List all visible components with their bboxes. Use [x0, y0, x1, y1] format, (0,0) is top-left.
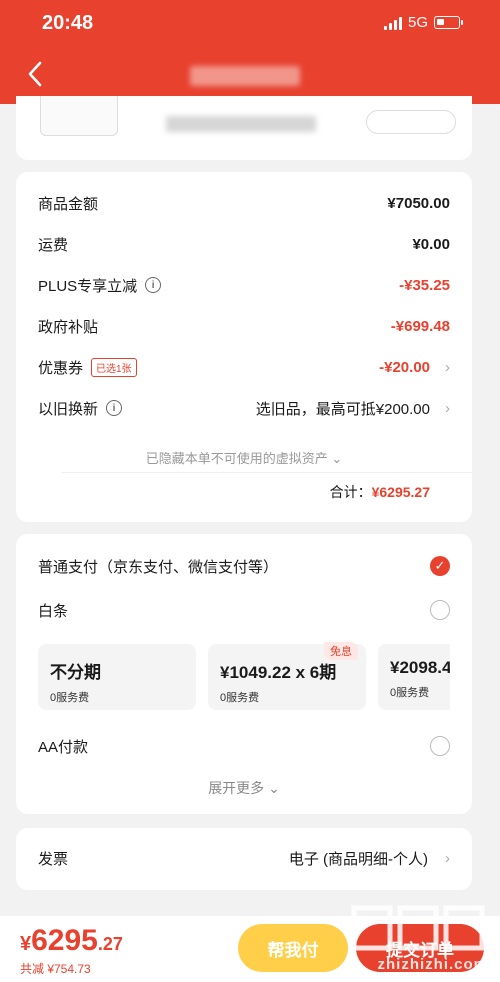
- product-card[interactable]: [16, 96, 472, 160]
- radio-icon[interactable]: [430, 600, 450, 620]
- help-pay-button[interactable]: 帮我付: [238, 924, 348, 972]
- radio-checked-icon[interactable]: ✓: [430, 556, 450, 576]
- total-label: 合计：: [329, 484, 372, 500]
- plus-discount-label: PLUS专享立减: [38, 277, 138, 295]
- coupon-value: -¥20.00: [379, 358, 430, 376]
- plan-6-periods[interactable]: 免息 ¥1049.22 x 6期 0服务费: [208, 642, 366, 710]
- invoice-value: 电子 (商品明细-个人): [288, 850, 428, 868]
- price-details-card: 商品金额 ¥7050.00 运费 ¥0.00 PLUS专享立减 i -¥35.2…: [16, 172, 472, 522]
- product-info-blurred: [166, 116, 316, 132]
- plan-3-periods[interactable]: ¥2098.4 0服务费: [378, 644, 450, 710]
- chevron-right-icon: ›: [445, 399, 450, 417]
- plan-no-installment[interactable]: 不分期 0服务费: [38, 644, 196, 710]
- pay-option-normal[interactable]: 普通支付（京东支付、微信支付等） ✓: [38, 551, 450, 581]
- pay-option-baitiao[interactable]: 白条: [38, 595, 450, 625]
- status-icons: 5G: [383, 14, 463, 31]
- plus-discount-value: -¥35.25: [399, 276, 450, 294]
- info-icon[interactable]: i: [106, 400, 123, 416]
- plan-fee: 0服务费: [50, 692, 90, 704]
- total-row: 合计：¥6295.27: [330, 482, 430, 502]
- pay-option-aa[interactable]: AA付款: [38, 731, 450, 761]
- total-saved: 共减 ¥754.73: [20, 962, 91, 976]
- trade-in-value: 选旧品，最高可抵¥200.00: [255, 400, 430, 418]
- shipping-label: 运费: [38, 236, 69, 254]
- goods-amount-label: 商品金额: [38, 195, 99, 213]
- chevron-down-icon: ⌄: [268, 780, 280, 796]
- coupon-badge: 已选1张: [91, 357, 137, 377]
- signal-icon: [383, 16, 402, 30]
- info-icon[interactable]: i: [145, 277, 162, 293]
- chevron-right-icon: ›: [445, 358, 450, 376]
- invoice-row[interactable]: 发票 电子 (商品明细-个人) ›: [38, 843, 450, 873]
- gov-subsidy-row: 政府补贴 -¥699.48: [38, 311, 450, 341]
- product-spec-blurred: [366, 110, 456, 134]
- plan-title: 不分期: [50, 663, 101, 682]
- total-value: ¥6295.27: [371, 484, 430, 500]
- pay-option-label: 普通支付（京东支付、微信支付等）: [38, 558, 279, 576]
- app-header: 20:48 5G: [0, 0, 500, 104]
- gov-subsidy-value: -¥699.48: [390, 317, 450, 335]
- pay-option-label: 白条: [38, 602, 69, 620]
- chevron-down-icon: ⌄: [331, 451, 343, 466]
- status-time: 20:48: [42, 12, 94, 34]
- chevron-left-icon: [28, 61, 42, 87]
- gov-subsidy-label: 政府补贴: [38, 318, 99, 336]
- trade-in-row[interactable]: 以旧换新 i 选旧品，最高可抵¥200.00 ›: [38, 393, 450, 423]
- bottom-bar: ¥6295.27 共减 ¥754.73 帮我付 提交订单: [0, 916, 500, 982]
- network-label: 5G: [407, 14, 428, 31]
- coupon-label: 优惠券: [38, 359, 84, 377]
- coupon-row[interactable]: 优惠券 已选1张 -¥20.00 ›: [38, 352, 450, 382]
- plus-discount-row: PLUS专享立减 i -¥35.25: [38, 270, 450, 300]
- expand-more-button[interactable]: 展开更多 ⌄: [16, 778, 472, 798]
- divider: [62, 472, 472, 473]
- goods-amount-row: 商品金额 ¥7050.00: [38, 188, 450, 218]
- back-button[interactable]: [26, 60, 56, 96]
- plan-title: ¥2098.4: [390, 658, 450, 677]
- product-thumbnail: [40, 96, 118, 136]
- invoice-label: 发票: [38, 850, 69, 868]
- trade-in-label: 以旧换新: [38, 400, 99, 418]
- plan-fee: 0服务费: [390, 687, 430, 699]
- installment-plans: 不分期 0服务费 免息 ¥1049.22 x 6期 0服务费 ¥2098.4 0…: [38, 642, 450, 710]
- plan-fee: 0服务费: [220, 692, 260, 704]
- final-price: ¥6295.27: [20, 924, 123, 957]
- invoice-card: 发票 电子 (商品明细-个人) ›: [16, 828, 472, 890]
- submit-order-button[interactable]: 提交订单: [356, 924, 484, 972]
- payment-card: 普通支付（京东支付、微信支付等） ✓ 白条 不分期 0服务费 免息 ¥1049.…: [16, 534, 472, 814]
- pay-option-label: AA付款: [38, 738, 89, 756]
- shipping-row: 运费 ¥0.00: [38, 229, 450, 259]
- interest-free-tag: 免息: [324, 642, 358, 660]
- shipping-value: ¥0.00: [412, 235, 450, 253]
- goods-amount-value: ¥7050.00: [387, 194, 450, 212]
- hidden-assets-note[interactable]: 已隐藏本单不可使用的虚拟资产 ⌄: [16, 448, 472, 467]
- chevron-right-icon: ›: [445, 849, 450, 867]
- plan-title: ¥1049.22 x 6期: [220, 663, 337, 682]
- radio-icon[interactable]: [430, 736, 450, 756]
- page-title-blurred: [190, 66, 300, 86]
- battery-icon: [434, 16, 463, 29]
